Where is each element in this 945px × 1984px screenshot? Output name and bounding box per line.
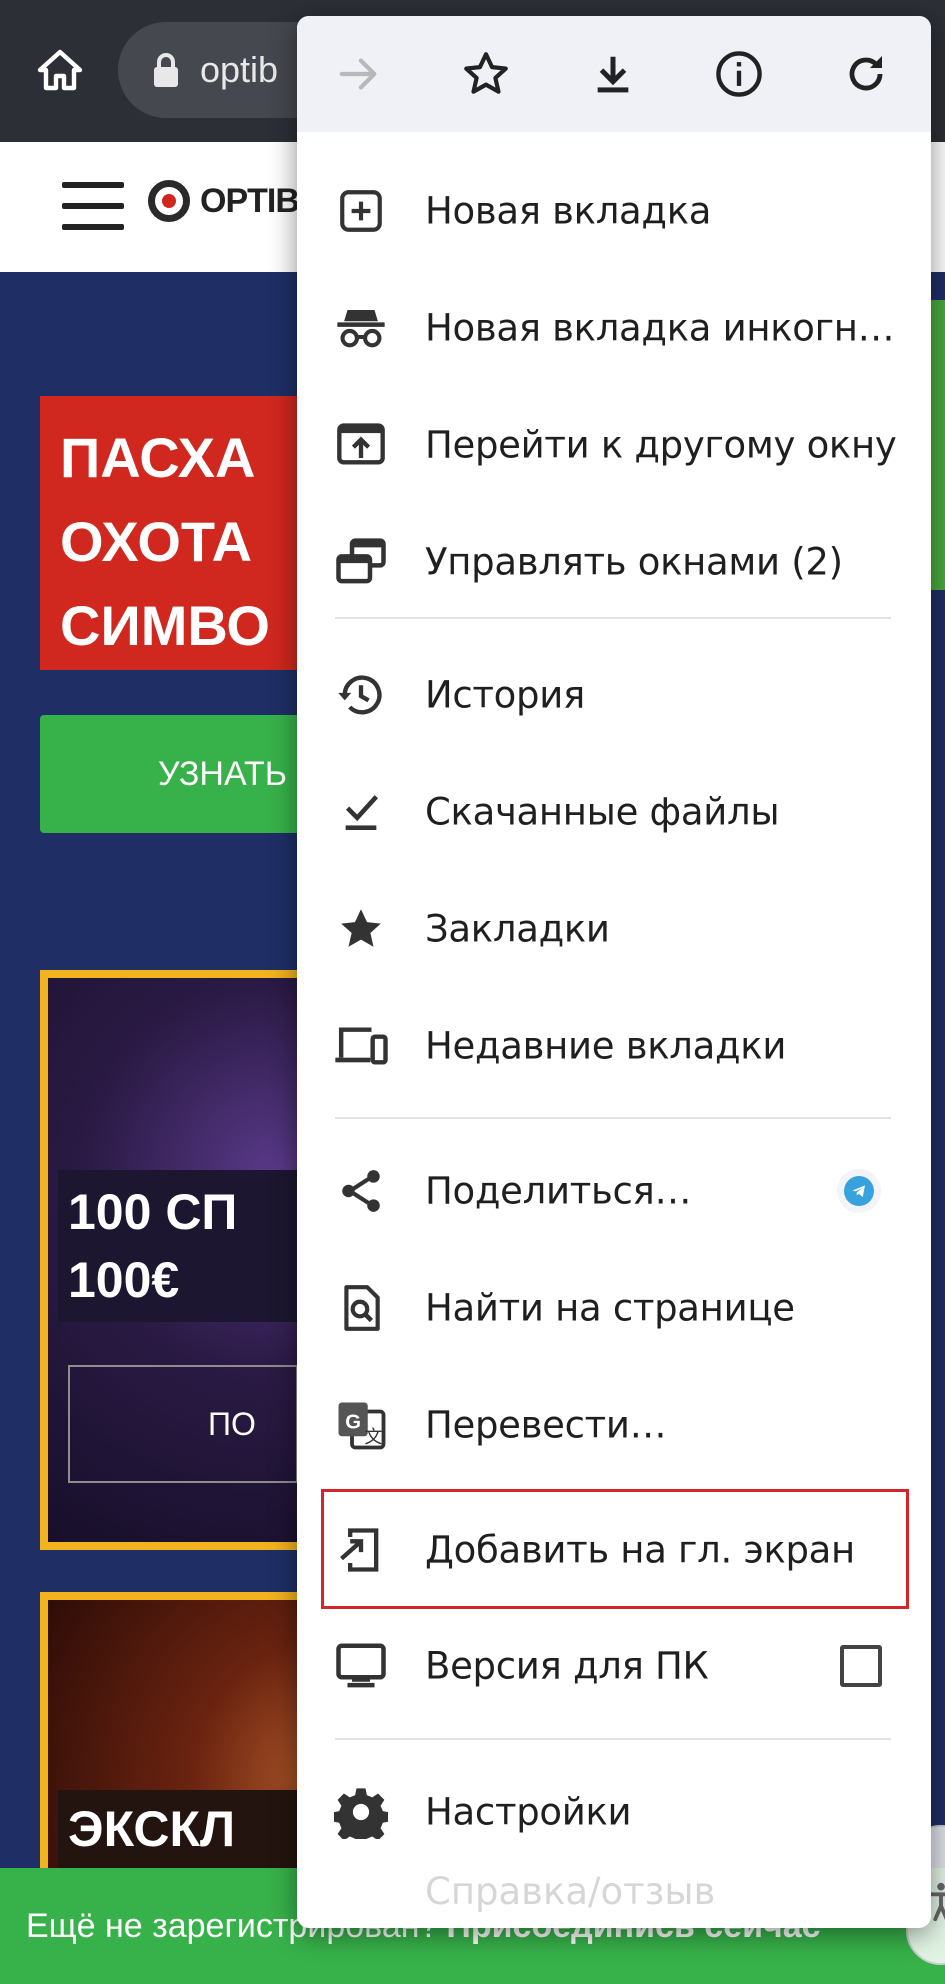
menu-item-label: Управлять окнами (2) — [425, 540, 843, 583]
move-window-icon — [333, 417, 389, 473]
menu-item-label: Поделиться… — [425, 1169, 692, 1212]
menu-item-label: Новая вкладка — [425, 189, 712, 232]
menu-item-label: Скачанные файлы — [425, 790, 780, 833]
url-text: optib — [200, 49, 279, 90]
manage-windows-icon — [333, 534, 389, 590]
menu-item-incognito[interactable]: Новая вкладка инкогн… — [297, 269, 931, 386]
svg-text:文: 文 — [364, 1427, 382, 1448]
settings-gear-icon — [333, 1784, 389, 1840]
promo-line: ПАСХА — [60, 426, 256, 489]
menu-item-downloads[interactable]: Скачанные файлы — [297, 753, 931, 870]
home-icon[interactable] — [30, 40, 90, 100]
info-icon[interactable] — [703, 38, 775, 110]
menu-item-help-partial[interactable]: Справка/отзыв — [297, 1866, 931, 1928]
incognito-icon — [333, 300, 389, 356]
menu-item-label: Справка/отзыв — [425, 1870, 716, 1913]
promo-banner: ПАСХА ОХОТА СИМВО — [40, 396, 320, 670]
desktop-site-checkbox[interactable] — [840, 1644, 882, 1687]
bonus-card-title: 100 СП 100€ — [58, 1170, 298, 1322]
menu-item-label: Перейти к другому окну — [425, 423, 897, 466]
menu-item-label: Перевести… — [425, 1403, 667, 1446]
menu-item-history[interactable]: История — [297, 636, 931, 753]
forward-arrow-icon[interactable] — [323, 38, 395, 110]
menu-item-label: История — [425, 673, 585, 716]
new-tab-icon — [333, 183, 389, 239]
history-icon — [333, 667, 389, 723]
download-icon[interactable] — [577, 38, 649, 110]
menu-item-find-in-page[interactable]: Найти на странице — [297, 1249, 931, 1366]
downloads-icon — [333, 784, 389, 840]
menu-item-label: Закладки — [425, 907, 610, 950]
menu-item-label: Недавние вкладки — [425, 1024, 787, 1067]
menu-item-label: Новая вкладка инкогн… — [425, 306, 895, 349]
promo-line: СИМВО — [60, 594, 270, 657]
find-in-page-icon — [333, 1280, 389, 1336]
highlight-box — [321, 1489, 909, 1609]
menu-item-bookmarks[interactable]: Закладки — [297, 870, 931, 987]
bonus-card-line: 100€ — [68, 1252, 180, 1308]
promo-line: ОХОТА — [60, 510, 253, 573]
site-logo[interactable]: OPTIBE — [148, 180, 322, 222]
menu-item-label: Найти на странице — [425, 1286, 795, 1329]
menu-item-translate[interactable]: G文 Перевести… — [297, 1366, 931, 1483]
menu-toolbar — [297, 16, 931, 132]
desktop-icon — [333, 1638, 389, 1694]
bonus-card-line: 100 СП — [68, 1184, 238, 1240]
menu-divider — [335, 617, 891, 619]
share-icon — [333, 1163, 389, 1219]
browser-overflow-menu: Новая вкладка Новая вкладка инкогн… Пере… — [297, 16, 931, 1928]
menu-divider — [335, 1117, 891, 1119]
menu-item-manage-windows[interactable]: Управлять окнами (2) — [297, 503, 931, 620]
telegram-icon[interactable] — [837, 1168, 881, 1213]
logo-target-icon — [148, 180, 190, 222]
recent-tabs-icon — [333, 1018, 389, 1074]
lock-icon — [152, 53, 180, 87]
svg-text:G: G — [345, 1411, 361, 1433]
menu-item-move-window[interactable]: Перейти к другому окну — [297, 386, 931, 503]
exclusive-card-title: ЭКСКЛ — [58, 1790, 298, 1868]
menu-divider — [335, 1738, 891, 1740]
reload-icon[interactable] — [830, 38, 902, 110]
menu-item-recent-tabs[interactable]: Недавние вкладки — [297, 987, 931, 1104]
menu-item-share[interactable]: Поделиться… — [297, 1132, 931, 1249]
decorative-art — [930, 300, 945, 590]
promo-learn-button[interactable]: УЗНАТЬ — [40, 715, 320, 833]
menu-item-new-tab[interactable]: Новая вкладка — [297, 152, 931, 269]
bookmark-star-icon[interactable] — [450, 38, 522, 110]
menu-item-label: Версия для ПК — [425, 1644, 709, 1687]
menu-item-settings[interactable]: Настройки — [297, 1753, 931, 1870]
hamburger-menu-icon[interactable] — [62, 182, 124, 230]
translate-icon: G文 — [333, 1397, 389, 1453]
menu-item-desktop-site[interactable]: Версия для ПК — [297, 1607, 931, 1724]
menu-item-label: Настройки — [425, 1790, 632, 1833]
bonus-card-button[interactable]: ПО — [68, 1365, 298, 1483]
bookmarks-star-icon — [333, 901, 389, 957]
